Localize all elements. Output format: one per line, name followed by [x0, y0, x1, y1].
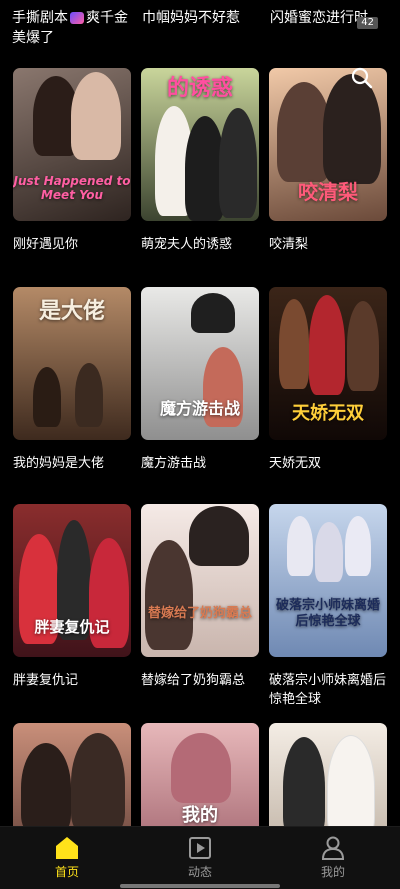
drama-card[interactable]: 破落宗小师妹离婚后惊艳全球 破落宗小师妹离婚后惊艳全球: [269, 504, 387, 709]
drama-card[interactable]: Just Happened to Meet You 刚好遇见你: [13, 68, 131, 254]
nav-me-label: 我的: [320, 865, 345, 879]
nav-me[interactable]: 我的: [293, 835, 373, 881]
drama-title[interactable]: 魔方游击战: [141, 454, 259, 473]
poster-title-text: 天娇无双: [292, 403, 364, 424]
top-card-title-1-part2: 爽千金: [86, 10, 128, 26]
drama-title[interactable]: 刚好遇见你: [13, 235, 131, 254]
poster-title-text: 的诱惑: [166, 76, 233, 101]
drama-card[interactable]: 胖妻复仇记 胖妻复仇记: [13, 504, 131, 690]
drama-card[interactable]: 是大佬 我的妈妈是大佬: [13, 287, 131, 473]
drama-title[interactable]: 替嫁给了奶狗霸总: [141, 671, 259, 690]
user-icon: [320, 835, 346, 861]
poster-title-text: 我的: [182, 805, 218, 826]
poster-title-text: 胖妻复仇记: [34, 618, 110, 636]
drama-card[interactable]: 魔方游击战 魔方游击战: [141, 287, 259, 473]
drama-title[interactable]: 我的妈妈是大佬: [13, 454, 131, 473]
top-card-title-1-part1: 手撕剧本: [12, 10, 68, 26]
drama-poster[interactable]: 的诱惑: [141, 68, 259, 221]
top-card-title-1[interactable]: 手撕剧本 爽千金 美爆了: [12, 8, 132, 48]
drama-title[interactable]: 天娇无双: [269, 454, 387, 473]
drama-poster[interactable]: 替嫁给了奶狗霸总: [141, 504, 259, 657]
drama-card[interactable]: 替嫁给了奶狗霸总 替嫁给了奶狗霸总: [141, 504, 259, 690]
poster-title-text: 魔方游击战: [159, 399, 240, 418]
search-icon[interactable]: [350, 66, 374, 90]
mini-app-icon: [70, 12, 84, 24]
poster-title-text: 替嫁给了奶狗霸总: [147, 606, 252, 621]
top-card-title-1-part3: 美爆了: [12, 30, 54, 46]
home-indicator: [120, 884, 280, 888]
drama-title[interactable]: 萌宠夫人的诱惑: [141, 235, 259, 254]
drama-poster[interactable]: 胖妻复仇记: [13, 504, 131, 657]
drama-poster[interactable]: 魔方游击战: [141, 287, 259, 440]
nav-feed-label: 动态: [187, 865, 212, 879]
drama-card[interactable]: 的诱惑 萌宠夫人的诱惑: [141, 68, 259, 254]
bottom-navigation: 首页 动态 我的: [0, 826, 400, 889]
previous-row-titles: 手撕剧本 爽千金 美爆了 巾帼妈妈不好惹 闪婚蜜恋进行时 42: [0, 0, 400, 50]
drama-title[interactable]: 破落宗小师妹离婚后惊艳全球: [269, 671, 387, 709]
count-badge: 42: [357, 17, 378, 29]
drama-title[interactable]: 胖妻复仇记: [13, 671, 131, 690]
home-icon: [54, 835, 80, 861]
nav-feed[interactable]: 动态: [160, 835, 240, 881]
drama-card[interactable]: 咬清梨 咬清梨: [269, 68, 387, 254]
poster-title-text: 破落宗小师妹离婚后惊艳全球: [275, 598, 380, 629]
poster-title-text: Just Happened to Meet You: [13, 174, 131, 202]
drama-card[interactable]: 天娇无双 天娇无双: [269, 287, 387, 473]
nav-home[interactable]: 首页: [27, 835, 107, 881]
drama-poster[interactable]: Just Happened to Meet You: [13, 68, 131, 221]
drama-poster[interactable]: 是大佬: [13, 287, 131, 440]
nav-home-label: 首页: [54, 865, 79, 879]
poster-title-text: 是大佬: [38, 299, 105, 324]
drama-poster[interactable]: 天娇无双: [269, 287, 387, 440]
drama-poster[interactable]: 咬清梨: [269, 68, 387, 221]
top-card-title-2[interactable]: 巾帼妈妈不好惹: [142, 8, 262, 28]
poster-title-text: 咬清梨: [298, 180, 358, 204]
drama-title[interactable]: 咬清梨: [269, 235, 387, 254]
drama-poster[interactable]: 破落宗小师妹离婚后惊艳全球: [269, 504, 387, 657]
play-square-icon: [187, 835, 213, 861]
